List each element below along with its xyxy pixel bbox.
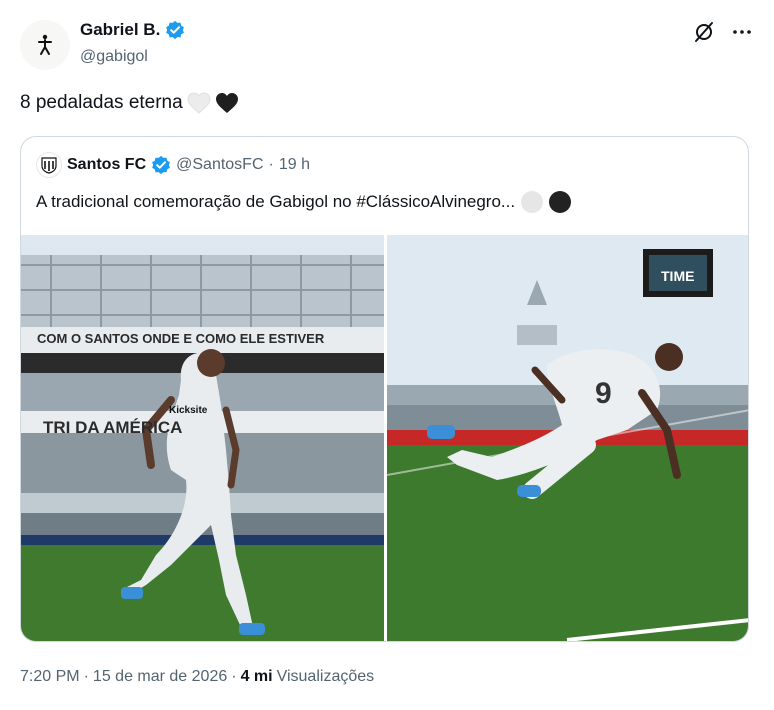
photo-player-running[interactable]: COM O SANTOS ONDE E COMO ELE ESTIVER TRI… — [21, 235, 384, 641]
verified-badge-icon — [166, 20, 185, 40]
photo-player-celebration[interactable]: TIME 9 — [387, 235, 748, 641]
quote-text-content: A tradicional comemoração de Gabigol no … — [36, 192, 516, 211]
quote-handle: @SantosFC — [176, 156, 264, 173]
quote-author-name: Santos FC — [67, 156, 147, 173]
more-icon[interactable] — [730, 20, 754, 44]
photo1-shirt-sponsor: Kicksite — [169, 405, 208, 416]
quote-text: A tradicional comemoração de Gabigol no … — [36, 191, 572, 213]
quote-separator: · — [268, 156, 274, 173]
author-handle[interactable]: @gabigol — [80, 48, 148, 66]
white-heart-icon — [187, 92, 211, 114]
quote-verified-badge-icon — [152, 155, 171, 175]
player-silhouette-icon — [38, 34, 52, 55]
photo1-banner-top: COM O SANTOS ONDE E COMO ELE ESTIVER — [37, 331, 325, 346]
footer-time[interactable]: 7:20 PM — [20, 668, 80, 686]
photo2-scoreboard: TIME — [661, 268, 694, 284]
photo2-shirt-number: 9 — [595, 377, 612, 410]
tweet-text: 8 pedaladas eterna — [20, 92, 239, 114]
photo1-banner-mid: TRI DA AMÉRICA — [43, 418, 182, 437]
footer-sep1: · — [83, 668, 89, 685]
tweet-footer: 7:20 PM · 15 de mar de 2026 · 4 mi Visua… — [20, 668, 374, 686]
white-circle-icon — [521, 191, 544, 213]
footer-date[interactable]: 15 de mar de 2026 — [93, 668, 227, 686]
quote-photos: COM O SANTOS ONDE E COMO ELE ESTIVER TRI… — [21, 235, 748, 641]
quoted-tweet[interactable]: Santos FC @SantosFC · 19 h A tradicional… — [20, 136, 749, 642]
black-circle-icon — [549, 191, 572, 213]
author-name-text: Gabriel B. — [80, 20, 161, 39]
santos-crest-icon — [41, 157, 57, 174]
black-heart-icon — [215, 93, 238, 113]
views-count: 4 mi — [240, 668, 273, 685]
quote-time[interactable]: 19 h — [279, 156, 310, 174]
author-avatar[interactable] — [20, 20, 70, 70]
tweet-text-content: 8 pedaladas eterna — [20, 92, 183, 113]
footer-sep2: · — [231, 668, 237, 685]
author-name[interactable]: Gabriel B. — [80, 20, 185, 40]
views-label: Visualizações — [276, 668, 375, 685]
quote-header: Santos FC @SantosFC · 19 h — [36, 152, 310, 178]
quote-avatar[interactable] — [36, 152, 62, 178]
grok-icon[interactable] — [692, 20, 716, 44]
